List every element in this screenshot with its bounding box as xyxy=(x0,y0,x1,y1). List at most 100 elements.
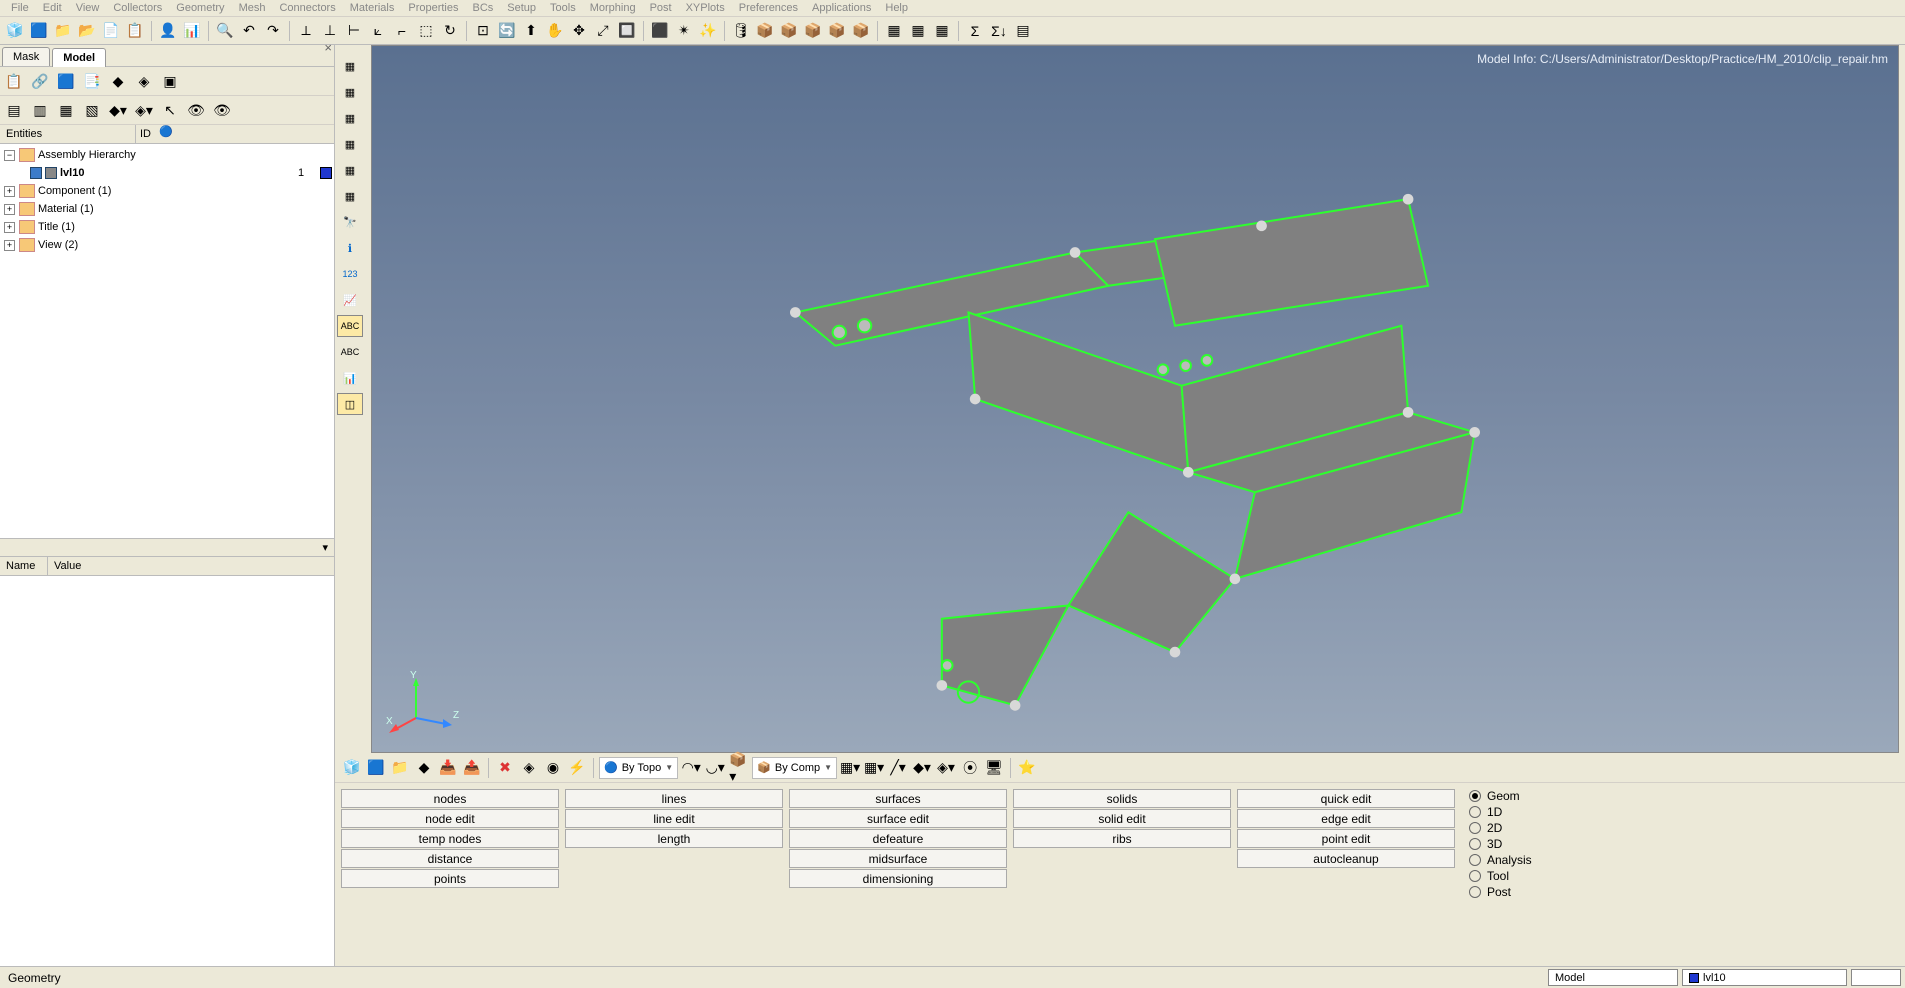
pt-icon-1[interactable]: 📋 xyxy=(3,70,25,92)
box5-icon[interactable]: 📦 xyxy=(850,20,872,42)
btn-surface-edit[interactable]: surface edit xyxy=(789,809,1007,828)
radio-tool[interactable]: Tool xyxy=(1469,869,1532,883)
menu-help[interactable]: Help xyxy=(878,2,915,14)
menu-bcs[interactable]: BCs xyxy=(466,2,501,14)
numbers-icon[interactable]: 123 xyxy=(337,263,363,285)
pt-icon-5[interactable]: ◆ xyxy=(107,70,129,92)
tb-icon-5[interactable]: 📄 xyxy=(100,20,122,42)
sigma2-icon[interactable]: Σ↓ xyxy=(988,20,1010,42)
axis-icon-3[interactable]: ⊢ xyxy=(343,20,365,42)
bt-icon-6[interactable]: 📤 xyxy=(461,757,483,779)
snap-icon[interactable]: ✴ xyxy=(673,20,695,42)
btn-solids[interactable]: solids xyxy=(1013,789,1231,808)
bt-icon-9[interactable]: ◉ xyxy=(542,757,564,779)
bt-icon-15[interactable]: ▦▾ xyxy=(863,757,885,779)
pan-up-icon[interactable]: ⬆ xyxy=(520,20,542,42)
entity-tree[interactable]: − Assembly Hierarchy lvl10 1 + Component… xyxy=(0,144,334,538)
menu-xyplots[interactable]: XYPlots xyxy=(679,2,732,14)
bt-icon-4[interactable]: ◆ xyxy=(413,757,435,779)
bt-icon-1[interactable]: 🧊 xyxy=(341,757,363,779)
toggle-icon[interactable]: + xyxy=(4,204,15,215)
tb-icon-8[interactable]: 📊 xyxy=(181,20,203,42)
menu-preferences[interactable]: Preferences xyxy=(732,2,805,14)
st-icon-1[interactable]: ▦ xyxy=(337,55,363,77)
pt-icon-2[interactable]: 🔗 xyxy=(29,70,51,92)
axis-icon-5[interactable]: ⌐ xyxy=(391,20,413,42)
3d-viewport[interactable]: Model Info: C:/Users/Administrator/Deskt… xyxy=(371,45,1899,753)
pt2-icon-5[interactable]: ◆▾ xyxy=(107,99,129,121)
pt2-icon-3[interactable]: ▦ xyxy=(55,99,77,121)
toggle-icon[interactable]: − xyxy=(4,150,15,161)
monitor-icon[interactable]: 🖥 xyxy=(983,757,1005,779)
btn-ribs[interactable]: ribs xyxy=(1013,829,1231,848)
tab-model[interactable]: Model xyxy=(52,48,106,67)
binoculars-icon[interactable]: 🔭 xyxy=(337,211,363,233)
eye1-icon[interactable]: 👁 xyxy=(185,99,207,121)
tree-material[interactable]: + Material (1) xyxy=(2,200,332,218)
bt-icon-10[interactable]: ⚡ xyxy=(566,757,588,779)
axis-icon-6[interactable]: ⬚ xyxy=(415,20,437,42)
menu-morphing[interactable]: Morphing xyxy=(583,2,643,14)
btn-lines[interactable]: lines xyxy=(565,789,783,808)
radio-3d[interactable]: 3D xyxy=(1469,837,1532,851)
grid2-icon[interactable]: ▦ xyxy=(907,20,929,42)
pt-icon-4[interactable]: 📑 xyxy=(81,70,103,92)
wand-icon[interactable]: ✨ xyxy=(697,20,719,42)
color-swatch[interactable] xyxy=(320,167,332,179)
graph-icon[interactable]: 📈 xyxy=(337,289,363,311)
bt-icon-16[interactable]: ╱▾ xyxy=(887,757,909,779)
btn-edge-edit[interactable]: edge edit xyxy=(1237,809,1455,828)
tb-icon-7[interactable]: 👤 xyxy=(157,20,179,42)
radio-analysis[interactable]: Analysis xyxy=(1469,853,1532,867)
eye2-icon[interactable]: 👁 xyxy=(211,99,233,121)
menu-edit[interactable]: Edit xyxy=(36,2,69,14)
status-model[interactable]: Model xyxy=(1548,969,1678,986)
tab-mask[interactable]: Mask xyxy=(2,47,50,66)
btn-distance[interactable]: distance xyxy=(341,849,559,868)
btn-autocleanup[interactable]: autocleanup xyxy=(1237,849,1455,868)
radio-geom[interactable]: Geom xyxy=(1469,789,1532,803)
axis-icon-7[interactable]: ↻ xyxy=(439,20,461,42)
tb-icon-3[interactable]: 📁 xyxy=(52,20,74,42)
btn-nodes[interactable]: nodes xyxy=(341,789,559,808)
btn-temp-nodes[interactable]: temp nodes xyxy=(341,829,559,848)
pt-icon-3[interactable]: 🟦 xyxy=(55,70,77,92)
radio-2d[interactable]: 2D xyxy=(1469,821,1532,835)
tb-icon-4[interactable]: 📂 xyxy=(76,20,98,42)
tree-view[interactable]: + View (2) xyxy=(2,236,332,254)
fit-icon[interactable]: ⊡ xyxy=(472,20,494,42)
btn-node-edit[interactable]: node edit xyxy=(341,809,559,828)
st-icon-3[interactable]: ▦ xyxy=(337,107,363,129)
pt-icon-6[interactable]: ◈ xyxy=(133,70,155,92)
close-panel-icon[interactable]: × xyxy=(324,40,332,55)
bt-icon-3[interactable]: 📁 xyxy=(389,757,411,779)
st-icon-4[interactable]: ▦ xyxy=(337,133,363,155)
toggle-icon[interactable]: + xyxy=(4,222,15,233)
btn-defeature[interactable]: defeature xyxy=(789,829,1007,848)
toggle-icon[interactable]: + xyxy=(4,240,15,251)
cursor-icon[interactable]: ↖ xyxy=(159,99,181,121)
btn-points[interactable]: points xyxy=(341,869,559,888)
status-comp[interactable]: lvl10 xyxy=(1682,969,1847,986)
btn-solid-edit[interactable]: solid edit xyxy=(1013,809,1231,828)
grid3-icon[interactable]: ▦ xyxy=(931,20,953,42)
bt-icon-8[interactable]: ◈ xyxy=(518,757,540,779)
bt-icon-12[interactable]: ◡▾ xyxy=(704,757,726,779)
menu-setup[interactable]: Setup xyxy=(500,2,543,14)
menu-collectors[interactable]: Collectors xyxy=(106,2,169,14)
hand-icon[interactable]: ✋ xyxy=(544,20,566,42)
tb-icon-2[interactable]: 🟦 xyxy=(28,20,50,42)
st-icon-2[interactable]: ▦ xyxy=(337,81,363,103)
expand-icon[interactable]: ⤢ xyxy=(592,20,614,42)
redo-icon[interactable]: ↷ xyxy=(262,20,284,42)
menu-view[interactable]: View xyxy=(69,2,107,14)
delete-icon[interactable]: ✖ xyxy=(494,757,516,779)
by-topo-combo[interactable]: 🔵By Topo▼ xyxy=(599,757,678,779)
bt-icon-11[interactable]: ◠▾ xyxy=(680,757,702,779)
tb-icon-1[interactable]: 🧊 xyxy=(4,20,26,42)
menu-properties[interactable]: Properties xyxy=(401,2,465,14)
section-icon[interactable]: ◫ xyxy=(337,393,363,415)
tree-item-lvl10[interactable]: lvl10 1 xyxy=(2,164,332,182)
abc2-icon[interactable]: ABC xyxy=(337,341,363,363)
menu-mesh[interactable]: Mesh xyxy=(232,2,273,14)
